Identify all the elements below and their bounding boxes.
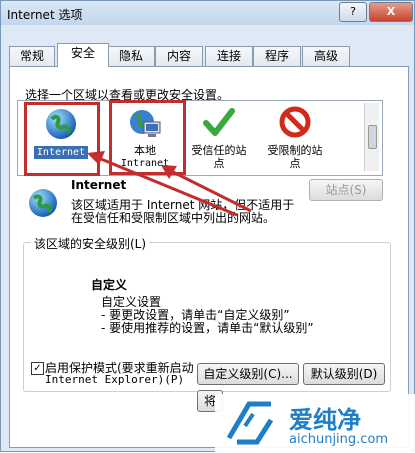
- dialog-window: Internet 选项 ? X 常规 安全 隐私 内容 连接 程序 高级 选择一…: [0, 0, 415, 452]
- watermark-brand: 爱纯净: [289, 406, 361, 434]
- security-level-label: 该区域的安全级别(L): [31, 235, 150, 252]
- zone-trusted[interactable]: 受信任的站 点: [180, 101, 258, 175]
- zone-title: Internet: [71, 178, 127, 192]
- close-button[interactable]: X: [369, 2, 413, 22]
- checkmark-icon: [203, 108, 235, 136]
- watermark-logo-icon: [226, 401, 274, 445]
- tab-content[interactable]: 内容: [155, 46, 203, 66]
- watermark: 爱纯净 aichunjing.com: [215, 394, 415, 452]
- title-bar: Internet 选项 ? X: [1, 1, 414, 25]
- watermark-url: aichunjing.com: [289, 432, 389, 447]
- zone-trusted-label: 受信任的站: [191, 144, 247, 157]
- custom-level-button[interactable]: 自定义级别(C)...: [197, 363, 299, 385]
- protected-mode-checkbox[interactable]: ✓: [31, 362, 44, 375]
- tab-advanced[interactable]: 高级: [302, 46, 350, 66]
- zone-scrollbar[interactable]: [364, 103, 379, 171]
- tab-general[interactable]: 常规: [9, 46, 55, 66]
- help-button[interactable]: ?: [339, 2, 367, 22]
- zone-restricted-label: 受限制的站: [267, 144, 323, 157]
- tab-security[interactable]: 安全: [57, 43, 109, 67]
- protected-mode-label-2: Internet Explorer)(P): [45, 373, 185, 386]
- window-title: Internet 选项: [7, 8, 83, 22]
- custom-line3: - 要使用推荐的设置，请单击“默认级别”: [101, 321, 314, 335]
- zone-restricted-sublabel: 点: [289, 157, 301, 170]
- tab-privacy[interactable]: 隐私: [107, 46, 155, 66]
- tab-programs[interactable]: 程序: [253, 46, 301, 66]
- custom-title: 自定义: [91, 278, 128, 292]
- zone-trusted-sublabel: 点: [213, 157, 225, 170]
- globe-icon: [29, 189, 57, 217]
- zone-restricted[interactable]: 受限制的站 点: [256, 101, 334, 175]
- default-level-button[interactable]: 默认级别(D): [303, 363, 385, 385]
- annotation-box-internet: [24, 102, 100, 176]
- sites-button[interactable]: 站点(S): [309, 179, 383, 201]
- tab-connections[interactable]: 连接: [205, 46, 253, 66]
- scroll-thumb[interactable]: [368, 125, 377, 149]
- zone-description-line2: 在受信任和受限制区域中列出的网站。: [71, 211, 276, 225]
- annotation-box-intranet: [109, 100, 186, 175]
- restricted-icon: [279, 106, 311, 138]
